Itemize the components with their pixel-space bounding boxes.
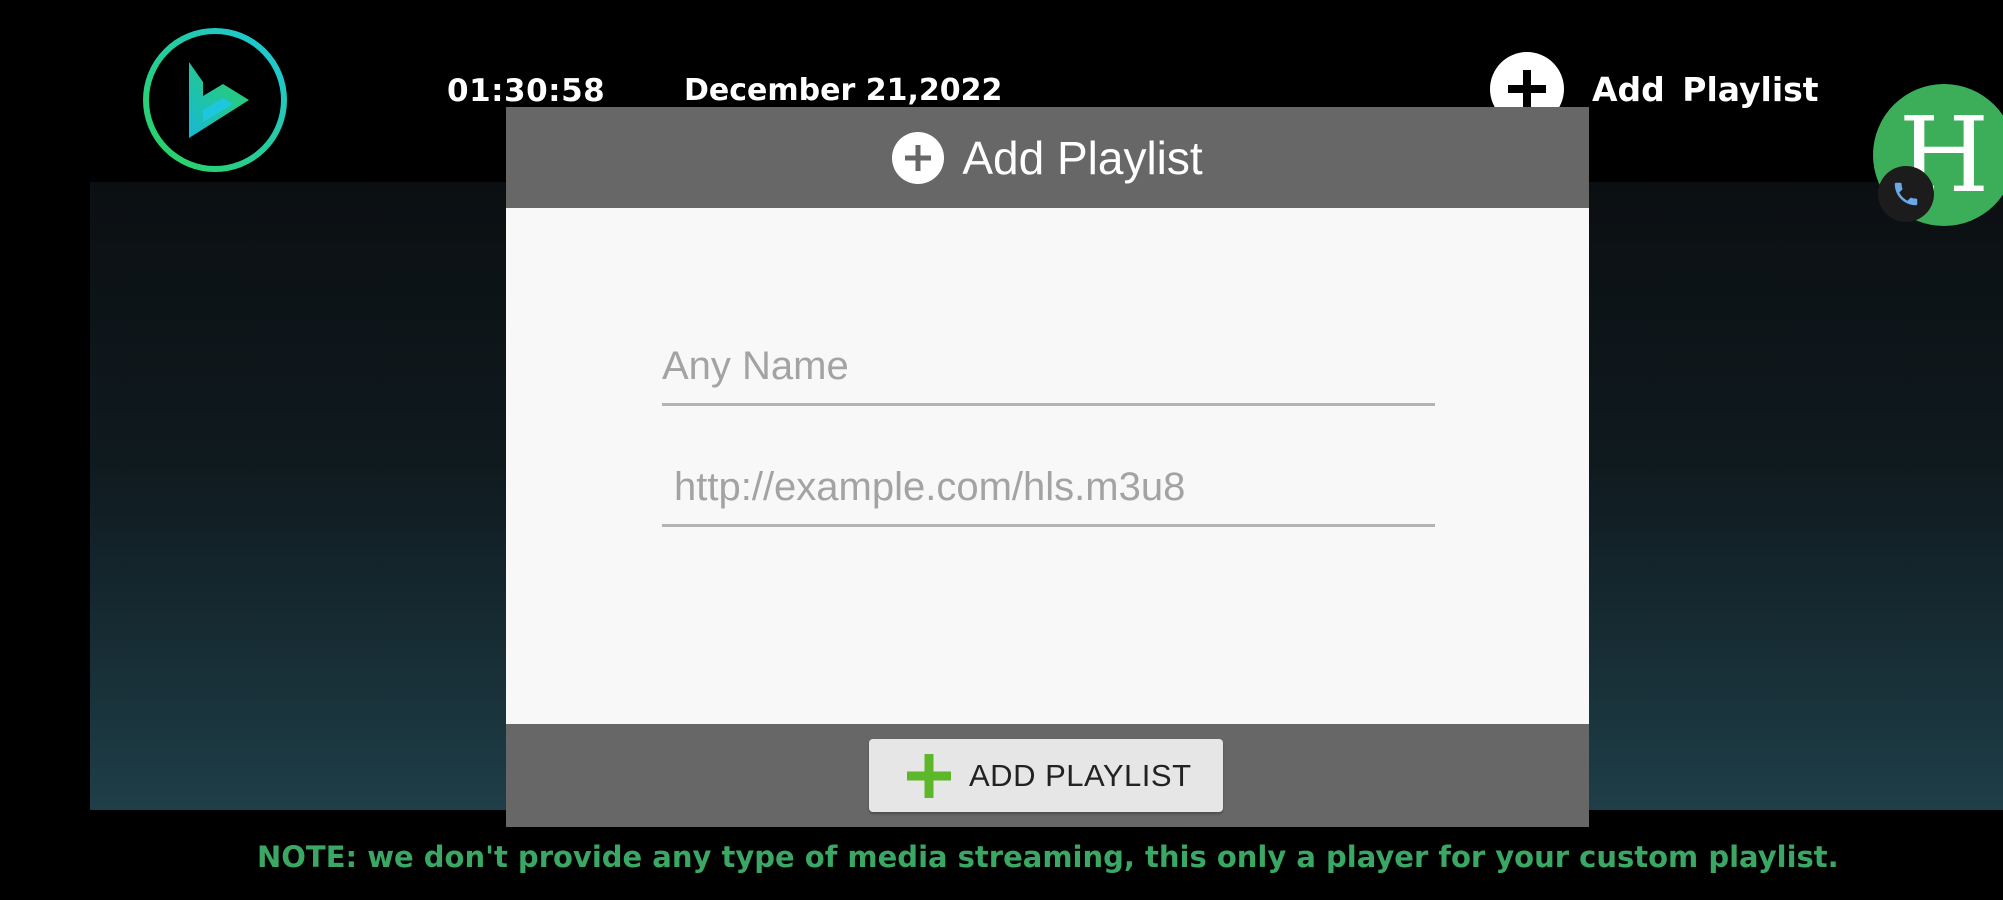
dialog-footer: ADD PLAYLIST [506, 724, 1589, 827]
dialog-header: Add Playlist [506, 107, 1589, 208]
disclaimer-note: NOTE: we don't provide any type of media… [257, 840, 1839, 874]
plus-icon [907, 754, 951, 798]
add-playlist-header-label: Add Playlist [1592, 69, 1819, 109]
current-date: December 21,2022 [684, 73, 1003, 108]
app-screen: 01:30:58 December 21,2022 Add Playlist H… [0, 0, 2003, 900]
add-playlist-dialog: Add Playlist ADD PLAYLIST [506, 107, 1589, 827]
name-field[interactable] [662, 344, 1435, 406]
url-field[interactable] [662, 465, 1447, 527]
plus-circle-icon [892, 131, 945, 184]
add-playlist-button[interactable]: ADD PLAYLIST [869, 739, 1223, 812]
name-input[interactable] [662, 344, 1435, 403]
url-input[interactable] [662, 465, 1447, 524]
add-playlist-button-label: ADD PLAYLIST [969, 757, 1192, 793]
play-logo-icon [141, 26, 289, 174]
clock-time: 01:30:58 [447, 73, 606, 109]
dialog-body [506, 208, 1589, 724]
phone-icon [1878, 166, 1934, 222]
dialog-title: Add Playlist [962, 131, 1203, 184]
